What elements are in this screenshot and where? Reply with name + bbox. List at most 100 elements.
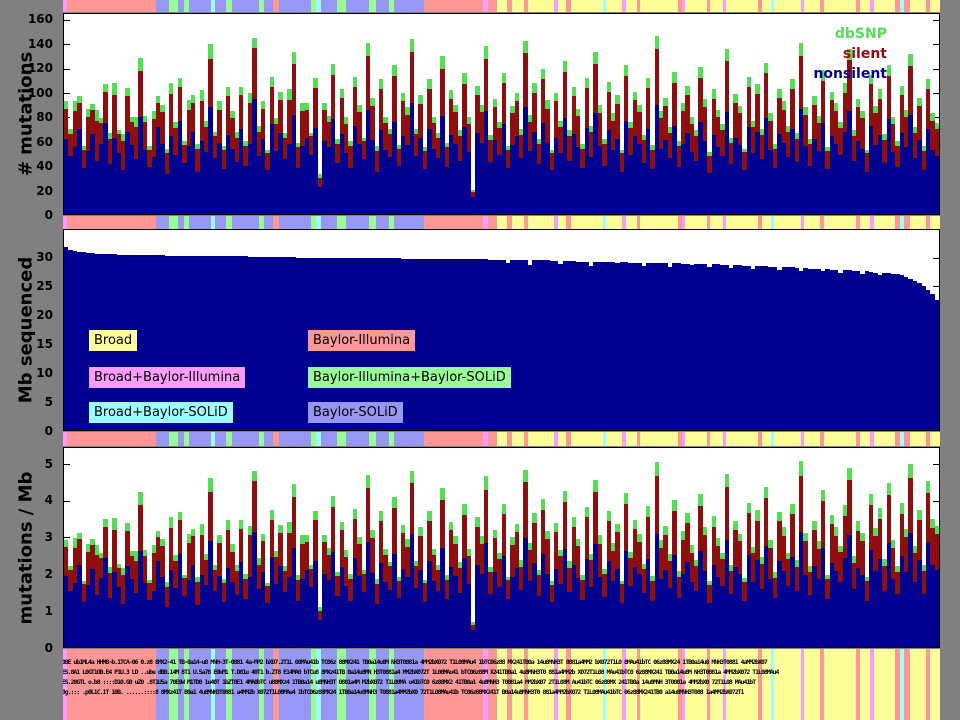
bar-segment-dbsnp (935, 526, 939, 534)
center-band-segment (424, 432, 483, 446)
center-band-segment (710, 432, 723, 446)
center-legend-baylor-illumina: Baylor-Illumina (308, 330, 415, 351)
center-band-segment (606, 0, 622, 12)
center-color-band-top (63, 0, 940, 12)
bar-segment-silent (935, 129, 939, 156)
center-band-segment (67, 216, 156, 229)
center-legend-baylor-solid: Baylor-SOLiD (308, 402, 403, 423)
center-legend-baylor-illumina-baylor-solid: Baylor-Illumina+Baylor-SOLiD (308, 367, 511, 388)
center-band-segment (169, 216, 178, 229)
center-band-segment (512, 432, 525, 446)
center-band-segment (910, 216, 926, 229)
centers-legend: BroadBaylor-IlluminaBroad+Baylor-Illumin… (64, 230, 939, 430)
y-tick-label: 20 (9, 309, 53, 321)
center-band-segment (626, 0, 637, 12)
y-tick-label: 40 (9, 160, 53, 172)
center-band-segment (528, 216, 555, 229)
center-band-segment (264, 0, 273, 12)
center-band-segment (189, 0, 210, 12)
y-tick (64, 647, 70, 648)
center-band-segment (497, 432, 508, 446)
center-band-segment (910, 432, 926, 446)
center-band-segment (762, 216, 771, 229)
center-band-segment (321, 0, 337, 12)
center-band-segment (774, 432, 801, 446)
center-band-segment (156, 432, 169, 446)
center-band-segment (424, 0, 483, 12)
center-band-segment (376, 0, 389, 12)
center-band-segment (910, 0, 926, 12)
y-tick-label: 60 (9, 136, 53, 148)
center-band-segment (394, 0, 424, 12)
center-band-segment (774, 0, 801, 12)
center-band-segment (67, 432, 156, 446)
center-band-segment (804, 0, 820, 12)
center-band-segment (394, 432, 424, 446)
y-tick (933, 647, 939, 648)
center-band-segment (626, 432, 637, 446)
center-band-segment (571, 0, 603, 12)
center-legend-broad: Broad (89, 330, 137, 351)
center-band-segment (640, 216, 677, 229)
center-band-segment (169, 432, 178, 446)
panel-mutations-per-mb: mutations / Mb 012345 (63, 447, 940, 648)
center-band-segment (488, 432, 497, 446)
mutations-legend: dbSNPsilentnonsilent (813, 24, 887, 84)
center-band-segment (264, 216, 273, 229)
center-band-segment (774, 216, 801, 229)
center-band-segment (726, 432, 758, 446)
center-band-segment (497, 216, 508, 229)
mutations-bars (64, 14, 939, 214)
center-band-segment (497, 0, 508, 12)
bar-segment-silent (935, 534, 939, 569)
legend-item-nonsilent: nonsilent (813, 64, 887, 84)
center-band-segment (232, 216, 259, 229)
center-band-segment (215, 216, 226, 229)
y-axis-tick-labels: 020406080100120140160 (13, 13, 57, 215)
center-band-segment (762, 432, 771, 446)
y-tick-label: 0 (9, 642, 53, 654)
center-band-segment (860, 0, 871, 12)
y-tick-label: 15 (9, 338, 53, 350)
center-band-segment (685, 0, 706, 12)
y-tick (64, 430, 70, 431)
center-band-segment (571, 216, 603, 229)
y-tick-label: 5 (9, 396, 53, 408)
center-color-band-mid2 (63, 432, 940, 446)
y-tick-label: 3 (9, 531, 53, 543)
y-tick-label: 160 (9, 13, 53, 25)
y-axis-tick-labels: 012345 (13, 447, 57, 648)
center-band-segment (804, 432, 820, 446)
center-band-segment (528, 0, 555, 12)
center-band-segment (685, 216, 706, 229)
sample-label-row-2: 08-ES.8A1 L0GT1OB.E4 P1U.3 LD ..ube dBB.… (63, 669, 940, 676)
center-band-segment (337, 432, 346, 446)
center-band-segment (558, 432, 567, 446)
y-tick-label: 140 (9, 38, 53, 50)
y-tick-label: 100 (9, 87, 53, 99)
center-band-segment (726, 216, 758, 229)
y-tick-label: 20 (9, 185, 53, 197)
center-band-segment (189, 432, 210, 446)
y-tick-label: 4 (9, 494, 53, 506)
center-band-segment (571, 432, 603, 446)
center-band-segment (169, 0, 178, 12)
bar-segment-nonsilent (935, 156, 939, 214)
y-tick-label: 1 (9, 605, 53, 617)
center-band-segment (874, 216, 895, 229)
y-tick (64, 214, 70, 215)
y-axis-tick-labels: 051015202530 (13, 229, 57, 431)
y-tick-label: 80 (9, 111, 53, 123)
center-band-segment (346, 216, 370, 229)
legend-item-silent: silent (813, 44, 887, 64)
y-tick-label: 2 (9, 568, 53, 580)
center-band-segment (488, 216, 497, 229)
center-band-segment (824, 0, 856, 12)
center-band-segment (558, 216, 567, 229)
center-band-segment (726, 0, 758, 12)
center-band-segment (860, 216, 871, 229)
center-band-segment (626, 216, 637, 229)
center-band-segment (215, 432, 226, 446)
center-band-segment (874, 432, 895, 446)
bar-segment-nonsilent (935, 570, 939, 647)
